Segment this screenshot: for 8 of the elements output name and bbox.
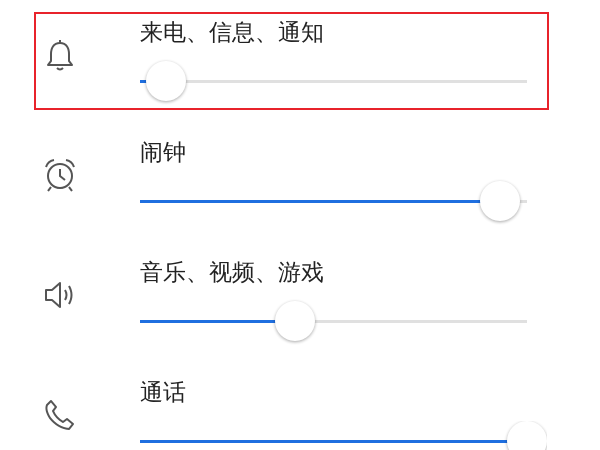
slider-thumb[interactable] (507, 421, 547, 450)
slider-thumb[interactable] (146, 61, 186, 101)
volume-label: 来电、信息、通知 (140, 19, 324, 48)
volume-label: 音乐、视频、游戏 (140, 259, 324, 288)
slider-thumb[interactable] (480, 181, 520, 221)
volume-label: 通话 (140, 379, 186, 408)
volume-label: 闹钟 (140, 139, 186, 168)
slider-thumb[interactable] (274, 301, 315, 341)
